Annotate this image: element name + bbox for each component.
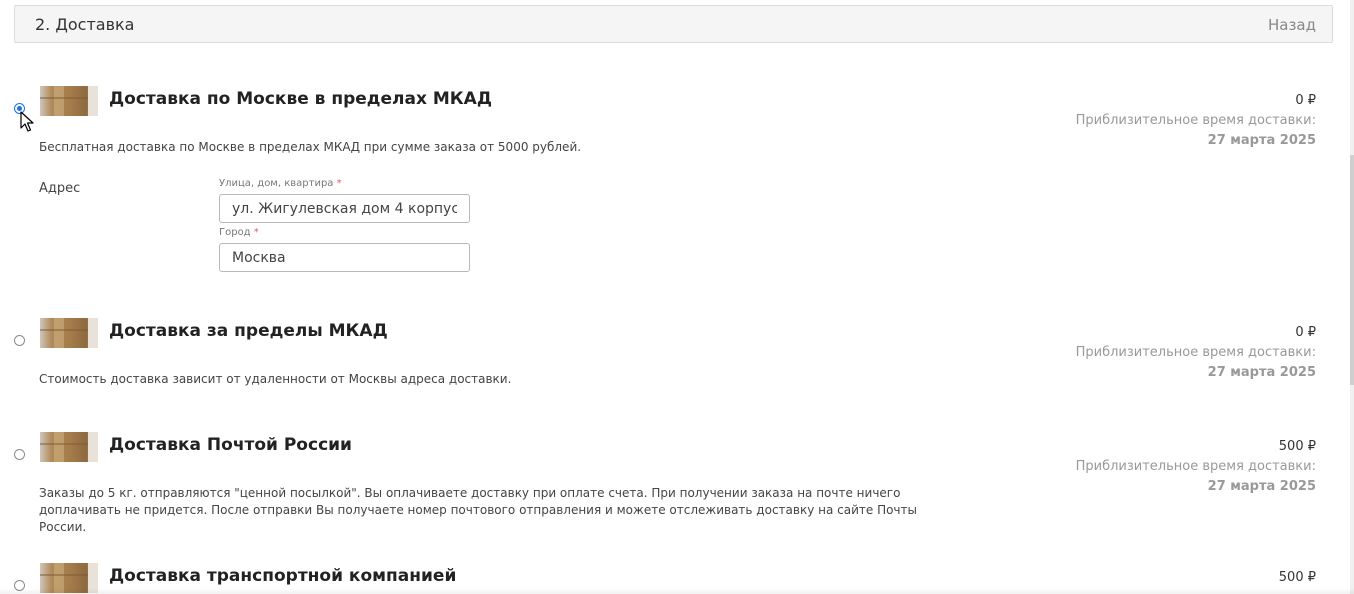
option-title: Доставка за пределы МКАД [109, 321, 388, 341]
option-price: 500 ₽ [1278, 570, 1316, 585]
radio-delivery-russian-post[interactable] [14, 449, 25, 460]
street-label-text: Улица, дом, квартира [219, 178, 334, 189]
city-label-text: Город [219, 227, 251, 238]
delivery-box-image [40, 86, 98, 116]
radio-delivery-outside-mkad[interactable] [14, 335, 25, 346]
eta-label: Приблизительное время доставки: [1075, 345, 1316, 360]
section-header: 2. Доставка Назад [14, 5, 1333, 43]
eta-date: 27 марта 2025 [1207, 479, 1316, 494]
eta-date: 27 марта 2025 [1207, 365, 1316, 380]
eta-label: Приблизительное время доставки: [1075, 459, 1316, 474]
street-input[interactable] [219, 194, 470, 223]
street-field-label: Улица, дом, квартира * [219, 178, 342, 189]
option-description: Заказы до 5 кг. отправляются "ценной пос… [39, 486, 917, 534]
option-price: 500 ₽ [1278, 439, 1316, 454]
city-input[interactable] [219, 243, 470, 272]
option-title: Доставка по Москве в пределах МКАД [109, 89, 492, 109]
section-title: 2. Доставка [35, 15, 135, 34]
mouse-cursor-icon [20, 111, 34, 132]
address-label: Адрес [39, 181, 81, 196]
delivery-box-image [40, 318, 98, 348]
city-field-label: Город * [219, 227, 259, 238]
eta-date: 27 марта 2025 [1207, 133, 1316, 148]
required-mark: * [336, 178, 342, 189]
option-price: 0 ₽ [1295, 325, 1316, 340]
scrollbar-thumb[interactable] [1350, 155, 1354, 385]
bottom-fade [0, 588, 1354, 594]
eta-label: Приблизительное время доставки: [1075, 113, 1316, 128]
option-title: Доставка транспортной компанией [109, 566, 457, 586]
required-mark: * [253, 227, 259, 238]
delivery-box-image [40, 432, 98, 462]
option-description: Бесплатная доставка по Москве в пределах… [39, 140, 582, 154]
option-price: 0 ₽ [1295, 93, 1316, 108]
option-description: Стоимость доставка зависит от удаленност… [39, 372, 512, 386]
option-title: Доставка Почтой России [109, 435, 352, 455]
back-link[interactable]: Назад [1268, 16, 1316, 34]
